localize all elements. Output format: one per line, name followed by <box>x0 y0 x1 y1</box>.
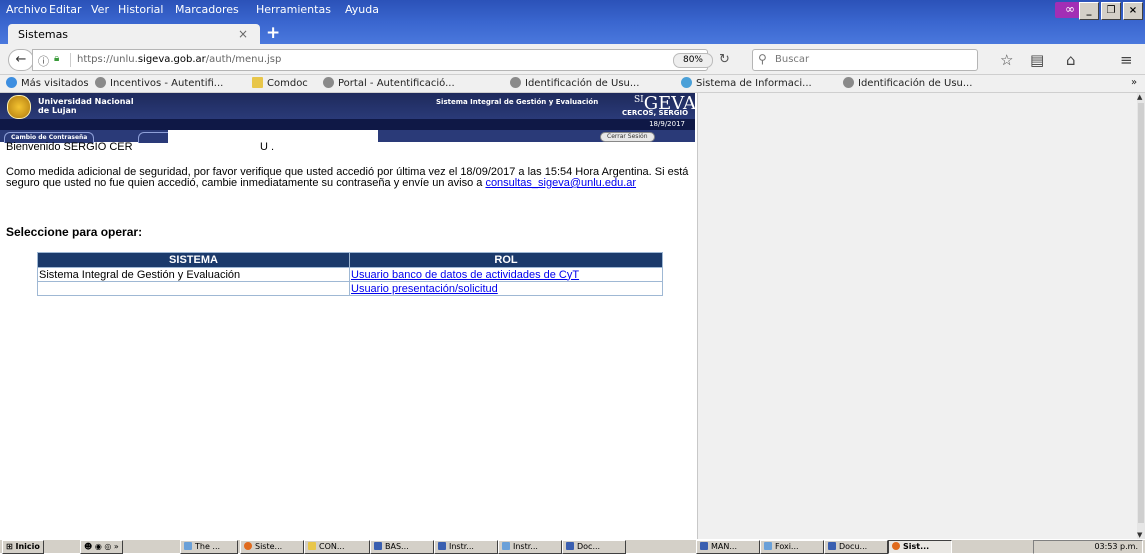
tab-close-icon[interactable]: × <box>238 27 248 41</box>
bookmarks-overflow-icon[interactable]: » <box>1131 77 1137 88</box>
menu-bar: Archivo Editar Ver Historial Marcadores … <box>0 0 1145 22</box>
globe-icon <box>510 77 521 88</box>
date-bar: 18/9/2017 <box>0 119 695 130</box>
university-seal-icon <box>7 95 31 119</box>
column-header-rol: ROL <box>349 252 663 268</box>
most-visited-icon <box>6 77 17 88</box>
url-text[interactable]: https://unlu.sigeva.gob.ar/auth/menu.jsp <box>77 54 281 65</box>
bookmark-item[interactable]: Comdoc <box>252 77 308 89</box>
sistema-cell: Sistema Integral de Gestión y Evaluación <box>37 267 350 282</box>
bookmark-item[interactable]: Más visitados <box>6 77 89 89</box>
lock-icon[interactable]: 🔒︎ <box>54 53 59 64</box>
roles-table: SISTEMA ROL Sistema Integral de Gestión … <box>37 252 663 296</box>
url-bar[interactable]: ⓘ 🔒︎ https://unlu.sigeva.gob.ar/auth/men… <box>32 49 730 71</box>
column-header-sistema: SISTEMA <box>37 252 350 268</box>
bookmark-item[interactable]: Portal - Autentificació... <box>323 77 455 89</box>
user-name: CERCOS, SERGIO <box>622 109 689 117</box>
scroll-down-icon[interactable]: ▼ <box>1137 531 1142 539</box>
page-content: Universidad Nacional de Lujan Sistema Int… <box>0 93 695 539</box>
globe-icon <box>681 77 692 88</box>
bookmark-item[interactable]: Sistema de Informaci... <box>681 77 812 89</box>
globe-icon <box>95 77 106 88</box>
rol-cell: Usuario banco de datos de actividades de… <box>349 267 663 282</box>
taskbar: ⊞ Inicio ☻ ◉ ◎ » The ... Siste... CON...… <box>0 539 1145 554</box>
nav-bar: ← ⓘ 🔒︎ https://unlu.sigeva.gob.ar/auth/m… <box>0 44 1145 75</box>
menu-historial[interactable]: Historial <box>118 3 163 16</box>
support-email-link[interactable]: consultas_sigeva@unlu.edu.ar <box>485 177 636 189</box>
rol-cell: Usuario presentación/solicitud <box>349 281 663 296</box>
menu-ayuda[interactable]: Ayuda <box>345 3 379 16</box>
clock[interactable]: 03:53 p.m. <box>1094 542 1138 551</box>
table-row: Sistema Integral de Gestión y Evaluación… <box>37 267 663 282</box>
menu-editar[interactable]: Editar <box>49 3 82 16</box>
security-notice: Como medida adicional de seguridad, por … <box>6 166 689 189</box>
reload-icon[interactable]: ↻ <box>719 52 730 67</box>
menu-herramientas[interactable]: Herramientas <box>256 3 331 16</box>
current-date: 18/9/2017 <box>649 120 685 128</box>
bookmark-item[interactable]: Identificación de Usu... <box>843 77 972 89</box>
bookmarks-bar: Más visitados Incentivos - Autentifi... … <box>0 75 1145 93</box>
search-input[interactable]: ⚲ Buscar <box>752 49 978 71</box>
url-separator <box>70 53 71 67</box>
zoom-indicator[interactable]: 80% <box>673 53 713 68</box>
site-header: Universidad Nacional de Lujan Sistema Int… <box>0 93 695 119</box>
restore-button[interactable]: ❐ <box>1101 2 1121 20</box>
table-row: Usuario presentación/solicitud <box>37 281 663 296</box>
folder-icon <box>252 77 263 88</box>
welcome-text: Bienvenido SERGIO CER U . <box>6 141 275 153</box>
sistema-cell <box>37 281 350 296</box>
tab-title: Sistemas <box>18 28 69 41</box>
section-heading: Seleccione para operar: <box>6 225 143 239</box>
scroll-up-icon[interactable]: ▲ <box>1137 93 1142 101</box>
vertical-scrollbar[interactable]: ▲ ▼ <box>1137 93 1145 539</box>
info-icon[interactable]: ⓘ <box>38 53 49 69</box>
menu-ver[interactable]: Ver <box>91 3 109 16</box>
globe-icon <box>323 77 334 88</box>
home-icon[interactable]: ⌂ <box>1066 51 1076 69</box>
new-tab-button[interactable]: + <box>266 23 280 43</box>
tab-strip: Sistemas × + <box>0 22 1145 44</box>
back-button[interactable]: ← <box>8 49 34 71</box>
close-window-button[interactable]: × <box>1123 2 1143 20</box>
menu-archivo[interactable]: Archivo <box>6 3 47 16</box>
minimize-button[interactable]: _ <box>1079 2 1099 20</box>
menu-marcadores[interactable]: Marcadores <box>175 3 239 16</box>
scrollbar-thumb[interactable] <box>1138 103 1144 523</box>
search-icon: ⚲ <box>758 52 767 66</box>
bookmark-item[interactable]: Identificación de Usu... <box>510 77 639 89</box>
logout-button[interactable]: Cerrar Sesión <box>600 132 655 142</box>
university-name: Universidad Nacional de Lujan <box>38 97 134 115</box>
bookmark-item[interactable]: Incentivos - Autentifi... <box>95 77 223 89</box>
bookmark-star-icon[interactable]: ☆ <box>1000 51 1013 69</box>
hamburger-menu-icon[interactable]: ≡ <box>1120 51 1133 69</box>
role-link[interactable]: Usuario banco de datos de actividades de… <box>351 269 579 281</box>
role-link[interactable]: Usuario presentación/solicitud <box>351 283 498 295</box>
tab-sistemas[interactable]: Sistemas × <box>8 24 260 44</box>
reading-list-icon[interactable]: ▤ <box>1030 51 1044 69</box>
system-title: Sistema Integral de Gestión y Evaluación <box>436 98 599 106</box>
search-placeholder: Buscar <box>775 54 810 65</box>
blank-pane <box>697 93 1138 539</box>
globe-icon <box>843 77 854 88</box>
